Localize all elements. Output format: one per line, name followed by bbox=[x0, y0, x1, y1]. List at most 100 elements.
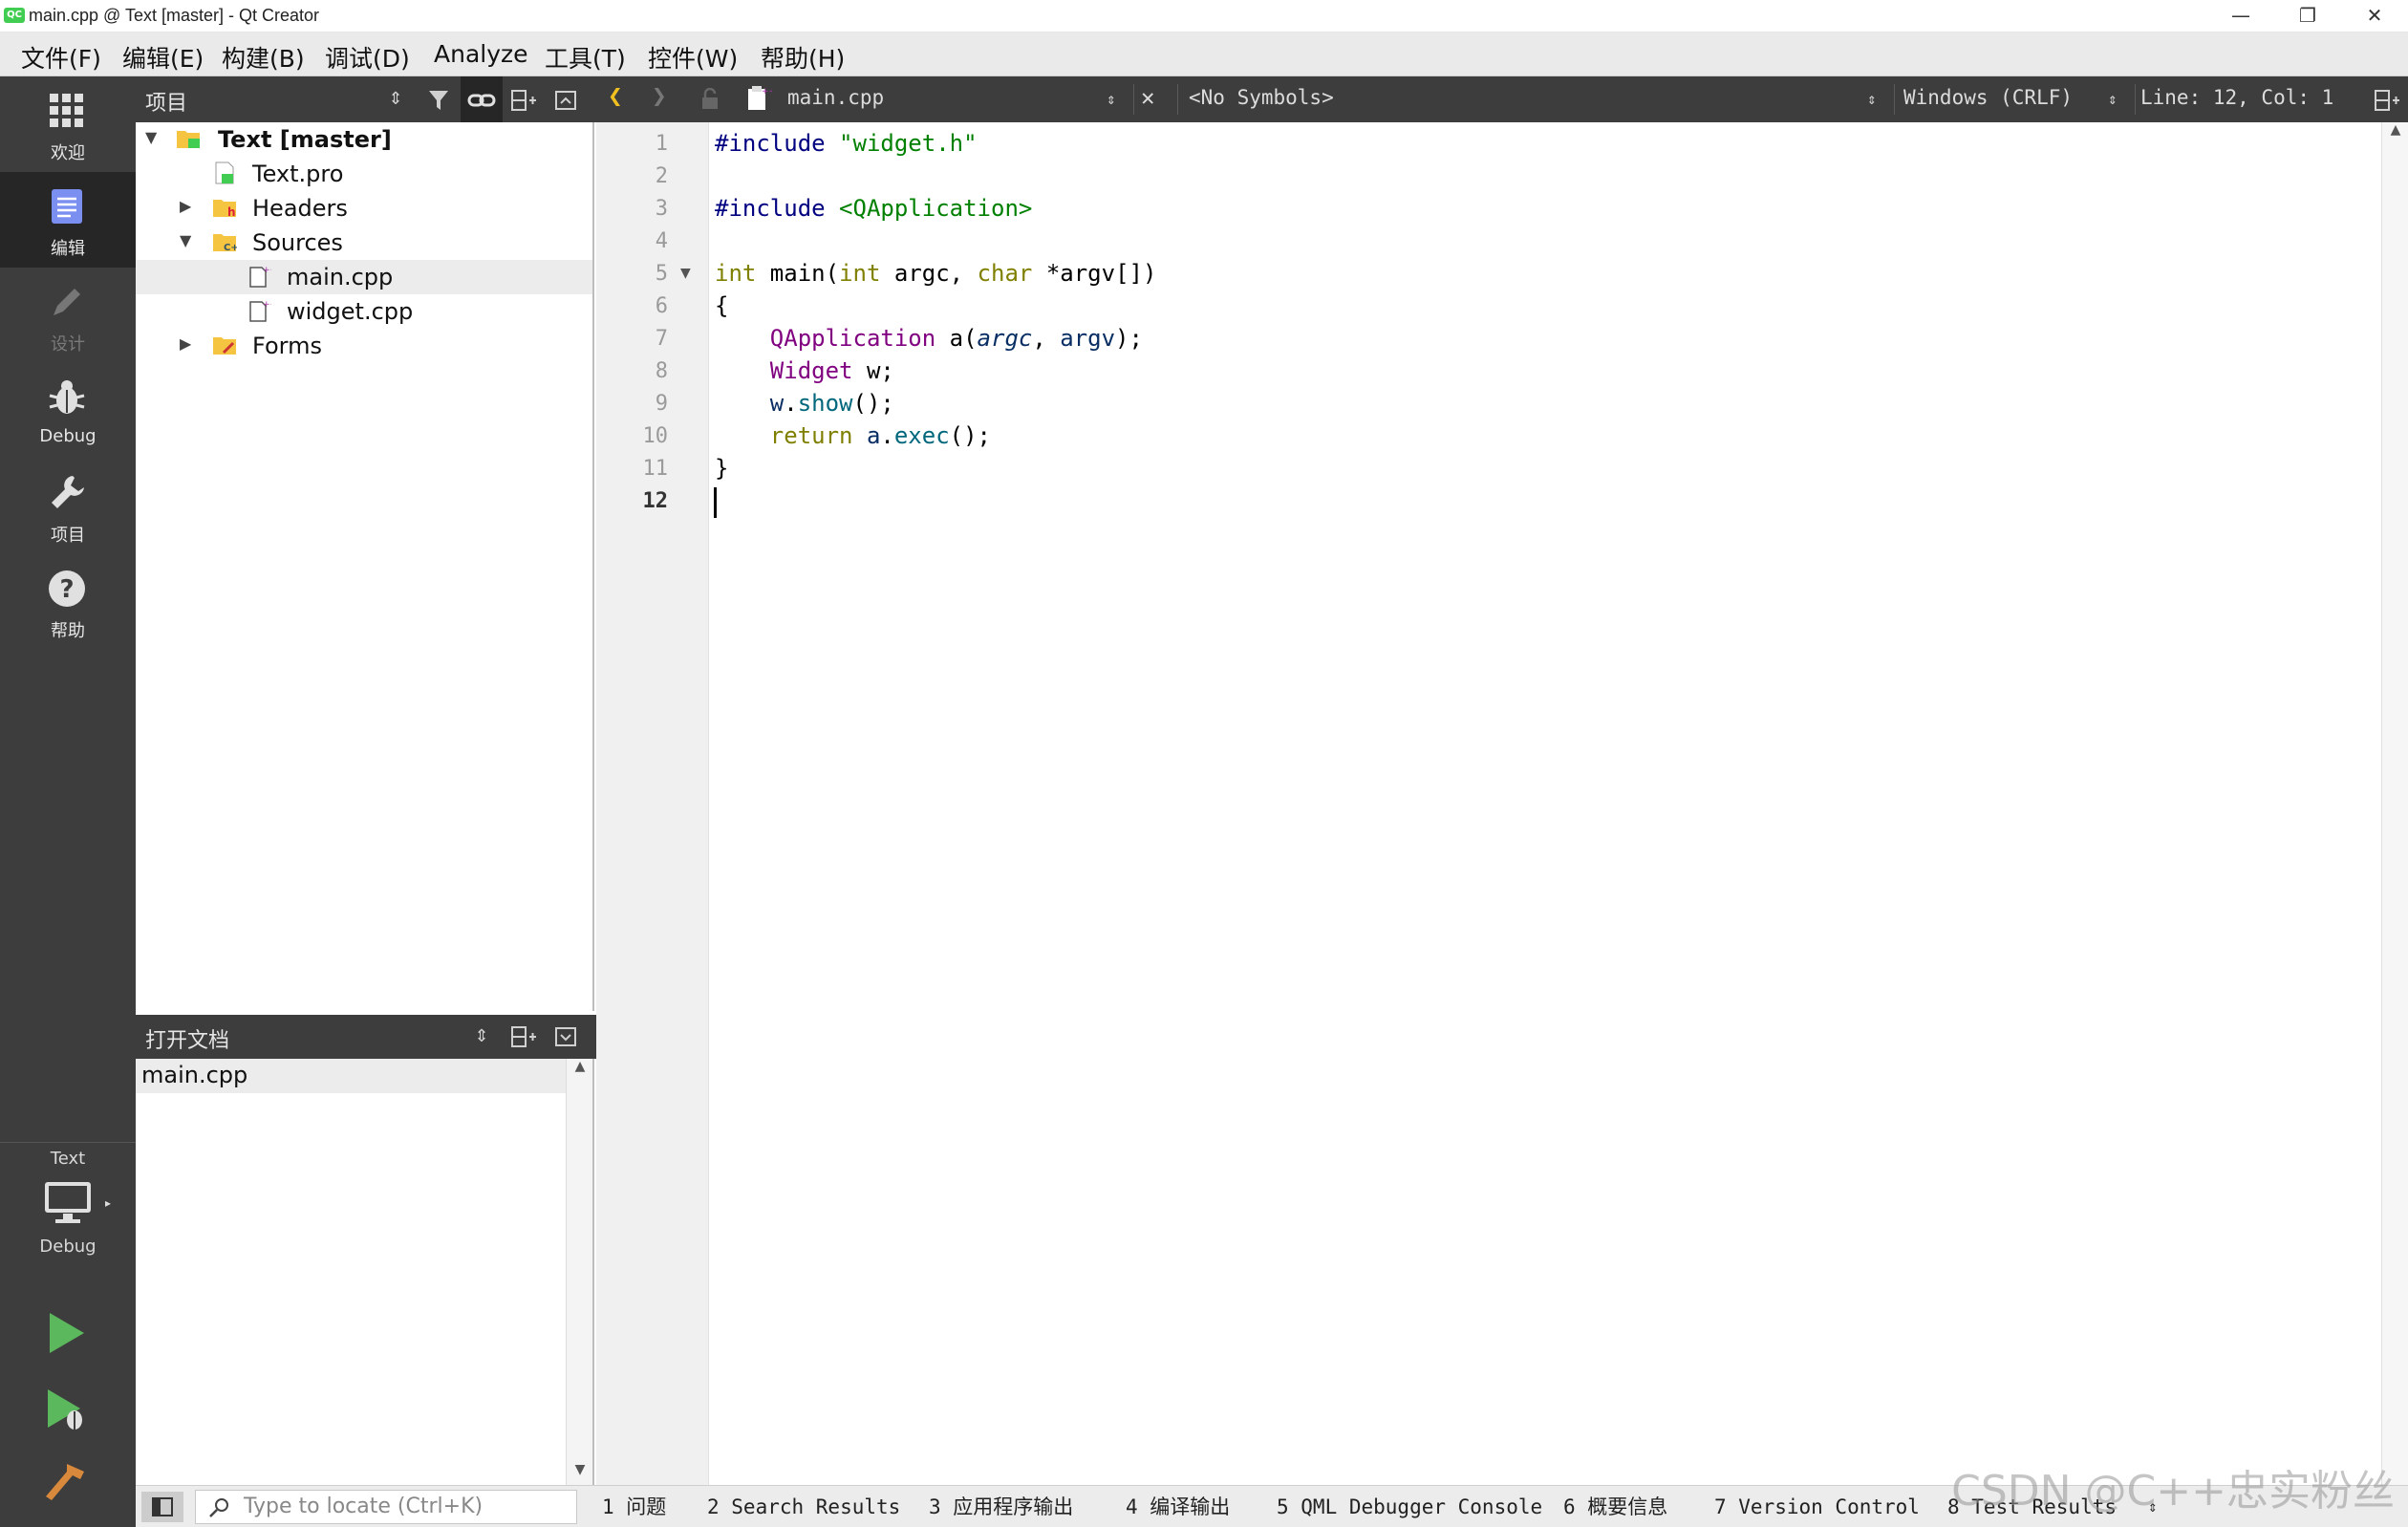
mode-projects[interactable]: 项目 bbox=[0, 459, 136, 554]
build-hammer-button[interactable] bbox=[42, 1458, 90, 1506]
output-pane-general-messages[interactable]: 6 概要信息 bbox=[1563, 1486, 1667, 1527]
variable-token: a bbox=[866, 422, 881, 449]
qt-icon: QC bbox=[4, 8, 25, 23]
output-pane-app-output[interactable]: 3 应用程序输出 bbox=[929, 1486, 1073, 1527]
collapsed-arrow-icon[interactable]: ▶ bbox=[180, 197, 191, 215]
menu-debug[interactable]: 调试(D) bbox=[325, 40, 410, 75]
qt-project-folder-icon bbox=[177, 131, 200, 148]
expand-arrow-icon[interactable]: ▼ bbox=[180, 231, 191, 249]
output-pane-qml-debugger[interactable]: 5 QML Debugger Console bbox=[1277, 1486, 1542, 1527]
output-pane-search-results[interactable]: 2 Search Results bbox=[707, 1486, 900, 1527]
cursor-position[interactable]: Line: 12, Col: 1 bbox=[2140, 86, 2333, 109]
open-doc-item[interactable]: main.cpp bbox=[136, 1059, 566, 1093]
mode-welcome[interactable]: 欢迎 bbox=[0, 76, 136, 172]
line-number: 1 bbox=[655, 132, 668, 156]
expand-arrow-icon[interactable]: ▼ bbox=[145, 128, 157, 146]
tree-item-text-pro[interactable]: Text.pro bbox=[136, 157, 592, 191]
tree-item-forms[interactable]: ▶ Forms bbox=[136, 329, 592, 363]
split-icon[interactable] bbox=[2374, 88, 2400, 113]
back-arrow-icon[interactable]: ❮ bbox=[608, 82, 623, 111]
tree-item-sources[interactable]: ▼ C+ Sources bbox=[136, 226, 592, 260]
close-pane-button[interactable] bbox=[545, 76, 587, 122]
project-pane-header: 项目 ⇕ bbox=[136, 76, 596, 122]
line-number-gutter: 1 2 3 4 5 ▼ 6 7 8 9 10 11 12 bbox=[596, 122, 709, 1485]
updown-chevron-icon[interactable]: ⇕ bbox=[1107, 90, 1116, 108]
mode-label: 项目 bbox=[51, 526, 85, 546]
updown-chevron-icon[interactable]: ⇕ bbox=[2108, 90, 2118, 108]
tree-label: Text.pro bbox=[252, 161, 344, 187]
mode-debug[interactable]: Debug bbox=[0, 363, 136, 459]
updown-chevron-icon[interactable]: ⇕ bbox=[461, 1015, 503, 1059]
filter-button[interactable] bbox=[419, 76, 461, 122]
menu-analyze[interactable]: Analyze bbox=[434, 40, 528, 68]
pencil-icon bbox=[54, 289, 80, 315]
scroll-up-icon[interactable]: ▲ bbox=[2382, 122, 2408, 145]
menu-edit[interactable]: 编辑(E) bbox=[122, 40, 204, 75]
tree-item-headers[interactable]: ▶ h Headers bbox=[136, 191, 592, 226]
minimize-button[interactable]: — bbox=[2207, 0, 2274, 32]
toggle-sidebar-button[interactable] bbox=[141, 1492, 183, 1522]
updown-chevron-icon[interactable]: ⇕ bbox=[1867, 90, 1877, 108]
tree-item-text-project[interactable]: ▼ Text [master] bbox=[136, 122, 592, 157]
member-token: exec bbox=[893, 422, 950, 449]
output-pane-compile-output[interactable]: 4 编译输出 bbox=[1126, 1486, 1230, 1527]
target-selector[interactable]: ▸ Debug bbox=[0, 1175, 136, 1271]
debug-run-button[interactable] bbox=[42, 1386, 90, 1433]
tree-label: Sources bbox=[252, 229, 343, 256]
output-pane-issues[interactable]: 1 问题 bbox=[602, 1486, 666, 1527]
close-document-button[interactable]: ✕ bbox=[1141, 84, 1154, 111]
mode-label: 帮助 bbox=[51, 621, 85, 641]
svg-text:++: ++ bbox=[762, 87, 772, 97]
run-button[interactable] bbox=[42, 1309, 90, 1357]
project-tree: ▼ Text [master] Text.pro ▶ h Headers ▼ C… bbox=[136, 122, 594, 1011]
restore-button[interactable]: ❐ bbox=[2274, 0, 2341, 32]
tree-item-widget-cpp[interactable]: ++ widget.cpp bbox=[136, 294, 592, 329]
code-line: Widget w; bbox=[769, 357, 894, 384]
editor-scrollbar[interactable]: ▲ bbox=[2381, 122, 2408, 1485]
code-line: return a.exec(); bbox=[769, 422, 992, 449]
svg-text:?: ? bbox=[59, 575, 74, 604]
mode-edit[interactable]: 编辑 bbox=[0, 172, 136, 268]
scroll-up-icon[interactable]: ▲ bbox=[567, 1059, 593, 1082]
mode-design[interactable]: 设计 bbox=[0, 268, 136, 363]
line-number: 11 bbox=[642, 457, 669, 481]
close-pane-button[interactable] bbox=[545, 1015, 587, 1059]
separator bbox=[1177, 84, 1178, 115]
line-ending-selector[interactable]: Windows (CRLF) bbox=[1903, 86, 2073, 109]
line-number: 8 bbox=[655, 359, 668, 383]
svg-text:h: h bbox=[227, 205, 236, 219]
keyword-token: int bbox=[839, 260, 881, 287]
collapsed-arrow-icon[interactable]: ▶ bbox=[180, 334, 191, 353]
output-pane-version-control[interactable]: 7 Version Control bbox=[1714, 1486, 1920, 1527]
lock-icon[interactable] bbox=[699, 88, 720, 111]
menu-build[interactable]: 构建(B) bbox=[222, 40, 305, 75]
caret-right-icon: ▸ bbox=[105, 1196, 112, 1210]
fold-marker-icon[interactable]: ▼ bbox=[680, 266, 691, 281]
menu-widgets[interactable]: 控件(W) bbox=[648, 40, 738, 75]
mode-label: 设计 bbox=[51, 334, 85, 355]
keyword-token: return bbox=[769, 422, 853, 449]
sidebar-toggle-icon bbox=[152, 1497, 173, 1516]
split-add-button[interactable] bbox=[503, 76, 545, 122]
current-file-selector[interactable]: main.cpp bbox=[787, 86, 884, 109]
menu-tools[interactable]: 工具(T) bbox=[545, 40, 626, 75]
code-editor[interactable]: #include "widget.h" #include <QApplicati… bbox=[709, 122, 2381, 1485]
collapse-pane-icon bbox=[555, 91, 576, 110]
scrollbar[interactable]: ▲ ▼ bbox=[566, 1059, 592, 1485]
menu-help[interactable]: 帮助(H) bbox=[761, 40, 845, 75]
mode-bar: 欢迎 编辑 设计 Debug 项目 ? 帮助 Text ▸ Debug bbox=[0, 76, 136, 1527]
qt-creator-window: QC main.cpp @ Text [master] - Qt Creator… bbox=[0, 0, 2408, 1527]
locator-input[interactable]: Type to locate (Ctrl+K) bbox=[195, 1490, 577, 1524]
line-number: 9 bbox=[655, 392, 668, 416]
updown-chevron-icon[interactable]: ⇕ bbox=[375, 76, 417, 122]
close-button[interactable]: ✕ bbox=[2341, 0, 2408, 32]
sync-link-button[interactable] bbox=[461, 76, 503, 122]
split-add-button[interactable] bbox=[503, 1015, 545, 1059]
scroll-down-icon[interactable]: ▼ bbox=[567, 1462, 593, 1485]
forward-arrow-icon[interactable]: ❯ bbox=[652, 82, 667, 111]
menu-file[interactable]: 文件(F) bbox=[21, 40, 101, 75]
mode-help[interactable]: ? 帮助 bbox=[0, 554, 136, 650]
symbols-selector[interactable]: <No Symbols> bbox=[1189, 86, 1334, 109]
tree-item-main-cpp[interactable]: ++ main.cpp bbox=[136, 260, 592, 294]
bug-icon bbox=[49, 380, 85, 414]
